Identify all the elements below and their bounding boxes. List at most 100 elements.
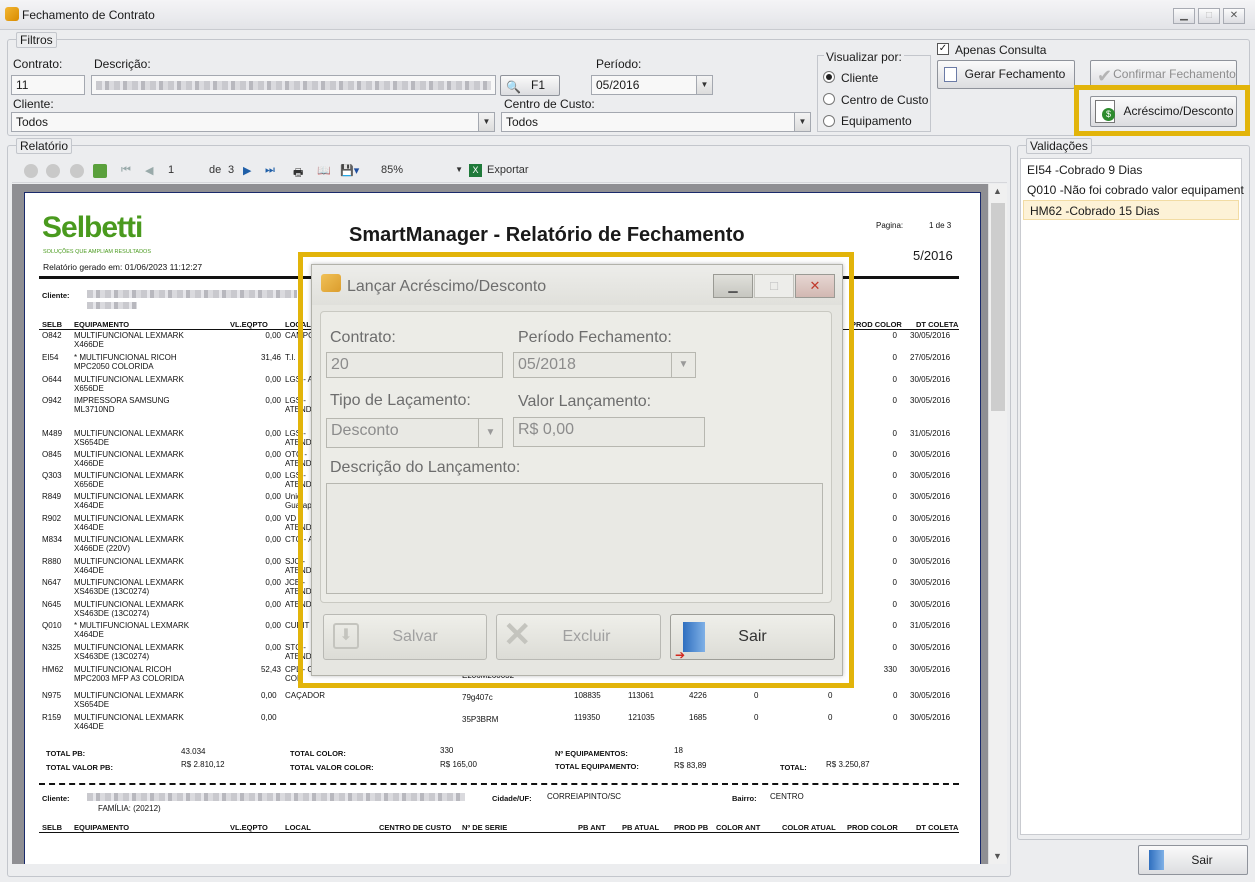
dialog-excluir-button[interactable]: ✕ Excluir [496,614,661,660]
sair-button[interactable]: Sair [1138,845,1248,875]
table-cell-equip: MULTIFUNCIONAL LEXMARK [74,471,184,480]
table-cell-equip: MULTIFUNCIONAL LEXMARK [74,429,184,438]
table-cell-equip: MULTIFUNCIONAL LEXMARK [74,331,184,340]
row-r159-equip2: X464DE [74,722,104,731]
list-item-selected[interactable]: HM62 -Cobrado 15 Dias [1023,200,1239,220]
dialog-tipo-select[interactable]: Desconto ▼ [326,418,503,448]
total-valor-pb-value: R$ 2.810,12 [181,760,225,769]
dialog-salvar-button[interactable]: ⬇ Salvar [323,614,487,660]
table-cell-vl: 0,00 [265,578,281,587]
scroll-thumb[interactable] [991,203,1005,411]
total-value: R$ 3.250,87 [826,760,870,769]
apenas-consulta-checkbox[interactable]: ✓ [937,43,949,55]
table-cell-vl: 0,00 [265,557,281,566]
table-cell-equip2: XS463DE (13C0274) [74,609,150,618]
document-gear-icon [944,67,957,82]
table-cell-dt: 30/05/2016 [910,514,951,523]
chevron-down-icon[interactable]: ▼ [478,419,502,447]
f1-search-button[interactable]: 🔍 F1 [500,75,560,96]
table-cell-equip: MULTIFUNCIONAL LEXMARK [74,450,184,459]
total-label: TOTAL: [780,763,807,772]
table-cell-selb: O845 [42,450,62,459]
dialog-maximize-button[interactable]: □ [754,274,794,298]
acrescimo-desconto-button[interactable]: $ Acréscimo/Desconto [1090,96,1237,127]
chevron-down-icon[interactable]: ▼ [794,113,810,131]
radio-centro-custo[interactable] [823,93,835,105]
chevron-down-icon[interactable]: ▼ [671,353,695,377]
cliente-label: Cliente: [13,97,54,111]
row-n975-prod: 0 [893,691,898,700]
dialog-minimize-button[interactable]: ▁ [713,274,753,298]
table-cell-selb: N325 [42,643,62,652]
centro-custo-select[interactable]: Todos ▼ [501,112,811,132]
first-page-icon[interactable]: ⏮ [121,164,131,177]
dialog-sair-button[interactable]: ➔ Sair [670,614,835,662]
next-page-icon[interactable]: ▶ [243,164,251,177]
save-icon[interactable]: 💾▾ [340,164,359,177]
scroll-up-icon[interactable]: ▲ [993,186,1002,196]
table-cell-vl: 0,00 [265,492,281,501]
table-cell-dt: 30/05/2016 [910,643,951,652]
table-cell-dt: 30/05/2016 [910,450,951,459]
dialog-contrato-label: Contrato: [330,329,396,346]
radio-equipamento[interactable] [823,115,835,127]
dialog-periodo-select[interactable]: 05/2018 ▼ [513,352,696,378]
table-cell-equip2: X464DE [74,566,104,575]
total-color-label: TOTAL COLOR: [290,749,346,758]
row-n975-selb: N975 [42,691,62,700]
exportar-button[interactable]: Exportar [487,164,529,176]
forward-icon[interactable] [46,164,60,178]
scroll-down-icon[interactable]: ▼ [993,851,1002,861]
dialog-valor-label: Valor Lançamento: [518,393,652,410]
dialog-valor-input[interactable]: R$ 0,00 [513,417,705,447]
stop-icon[interactable] [70,164,84,178]
table-cell-selb: R880 [42,557,62,566]
row-n975-vl: 0,00 [261,691,277,700]
list-item[interactable]: EI54 -Cobrado 9 Dias [1021,160,1241,180]
table-cell-vl: 0,00 [265,514,281,523]
table-cell-equip2: X466DE (220V) [74,544,131,553]
contrato-input[interactable]: 11 [11,75,85,95]
table-cell-dt: 30/05/2016 [910,535,951,544]
page-number-input[interactable]: 1 [168,164,174,176]
table-cell-equip2: X656DE [74,384,104,393]
table-cell-vl: 0,00 [265,375,281,384]
zoom-select[interactable]: 85% ▼ [381,164,463,176]
row-r159-prodpb: 1685 [689,713,707,722]
maximize-button[interactable]: □ [1198,8,1220,24]
total-pb-value: 43.034 [181,747,206,756]
close-button[interactable]: ✕ [1223,8,1245,24]
chevron-down-icon[interactable]: ▼ [696,76,712,94]
periodo-select[interactable]: 05/2016 ▼ [591,75,713,95]
descricao-input[interactable] [91,75,496,95]
total-valor-color-value: R$ 165,00 [440,760,477,769]
table-cell-equip2: XS463DE (13C0274) [74,587,150,596]
prev-page-icon[interactable]: ◀ [145,164,153,177]
row-n975-equip2: XS654DE [74,700,110,709]
table-cell-prod: 0 [892,578,897,587]
gerar-fechamento-button[interactable]: Gerar Fechamento [937,60,1075,89]
radio-cliente[interactable] [823,71,835,83]
table-cell-equip2: X464DE [74,523,104,532]
n-equip-value: 18 [674,746,683,755]
chevron-down-icon[interactable]: ▼ [478,113,494,131]
print-icon[interactable]: 🖶 [293,164,303,183]
last-page-icon[interactable]: ⏭ [265,164,275,177]
table-cell-prod: 0 [892,643,897,652]
table-cell-selb: O842 [42,331,62,340]
dialog-close-button[interactable]: ✕ [795,274,835,298]
cliente-select[interactable]: Todos ▼ [11,112,495,132]
page-setup-icon[interactable]: 📖 [317,164,331,177]
refresh-icon[interactable] [93,164,107,178]
row-r159-dt: 30/05/2016 [910,713,951,722]
list-item[interactable]: Q010 -Não foi cobrado valor equipament [1021,180,1244,200]
dialog-contrato-input[interactable]: 20 [326,352,503,378]
excel-icon[interactable]: X [469,164,482,177]
back-icon[interactable] [24,164,38,178]
minimize-button[interactable]: ▁ [1173,8,1195,24]
dialog-descricao-textarea[interactable] [326,483,823,594]
table-cell-equip2: MPC2003 MFP A3 COLORIDA [74,674,185,683]
money-document-icon: $ [1095,100,1115,123]
table-cell-prod: 0 [892,471,897,480]
row-r159-serie: 35P3BRM [462,715,499,724]
